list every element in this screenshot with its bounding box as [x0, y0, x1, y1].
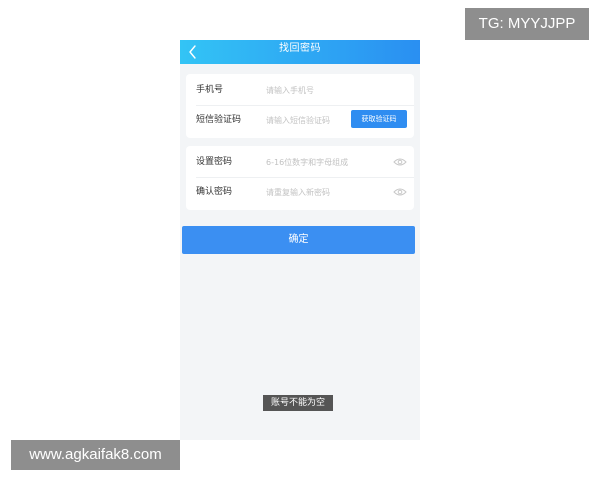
screenshot-canvas: TG: MYYJJPP 找回密码 手机号 短信验证码 获取验证码 设置密码 [0, 0, 600, 480]
confirm-password-label: 确认密码 [196, 187, 233, 197]
watermark-website: www.agkaifak8.com [11, 440, 180, 470]
page-title: 找回密码 [279, 43, 321, 54]
password-card: 设置密码 确认密码 [186, 146, 414, 210]
confirm-button[interactable]: 确定 [182, 226, 415, 254]
eye-icon[interactable] [393, 187, 407, 197]
confirm-password-row: 确认密码 [186, 177, 414, 207]
get-code-button[interactable]: 获取验证码 [351, 110, 407, 128]
phone-label: 手机号 [196, 85, 224, 95]
phone-row: 手机号 [186, 75, 414, 105]
header-bar: 找回密码 [180, 40, 420, 64]
watermark-telegram: TG: MYYJJPP [465, 8, 589, 40]
phone-screen: 找回密码 手机号 短信验证码 获取验证码 设置密码 [180, 40, 420, 440]
sms-code-row: 短信验证码 获取验证码 [186, 105, 414, 135]
password-label: 设置密码 [196, 157, 233, 167]
confirm-password-input[interactable] [266, 185, 376, 199]
password-input[interactable] [266, 155, 376, 169]
password-row: 设置密码 [186, 147, 414, 177]
toast-message: 账号不能为空 [263, 395, 333, 411]
sms-code-label: 短信验证码 [196, 115, 242, 125]
phone-input[interactable] [266, 83, 356, 97]
eye-icon[interactable] [393, 157, 407, 167]
phone-verification-card: 手机号 短信验证码 获取验证码 [186, 74, 414, 138]
sms-code-input[interactable] [266, 113, 346, 127]
